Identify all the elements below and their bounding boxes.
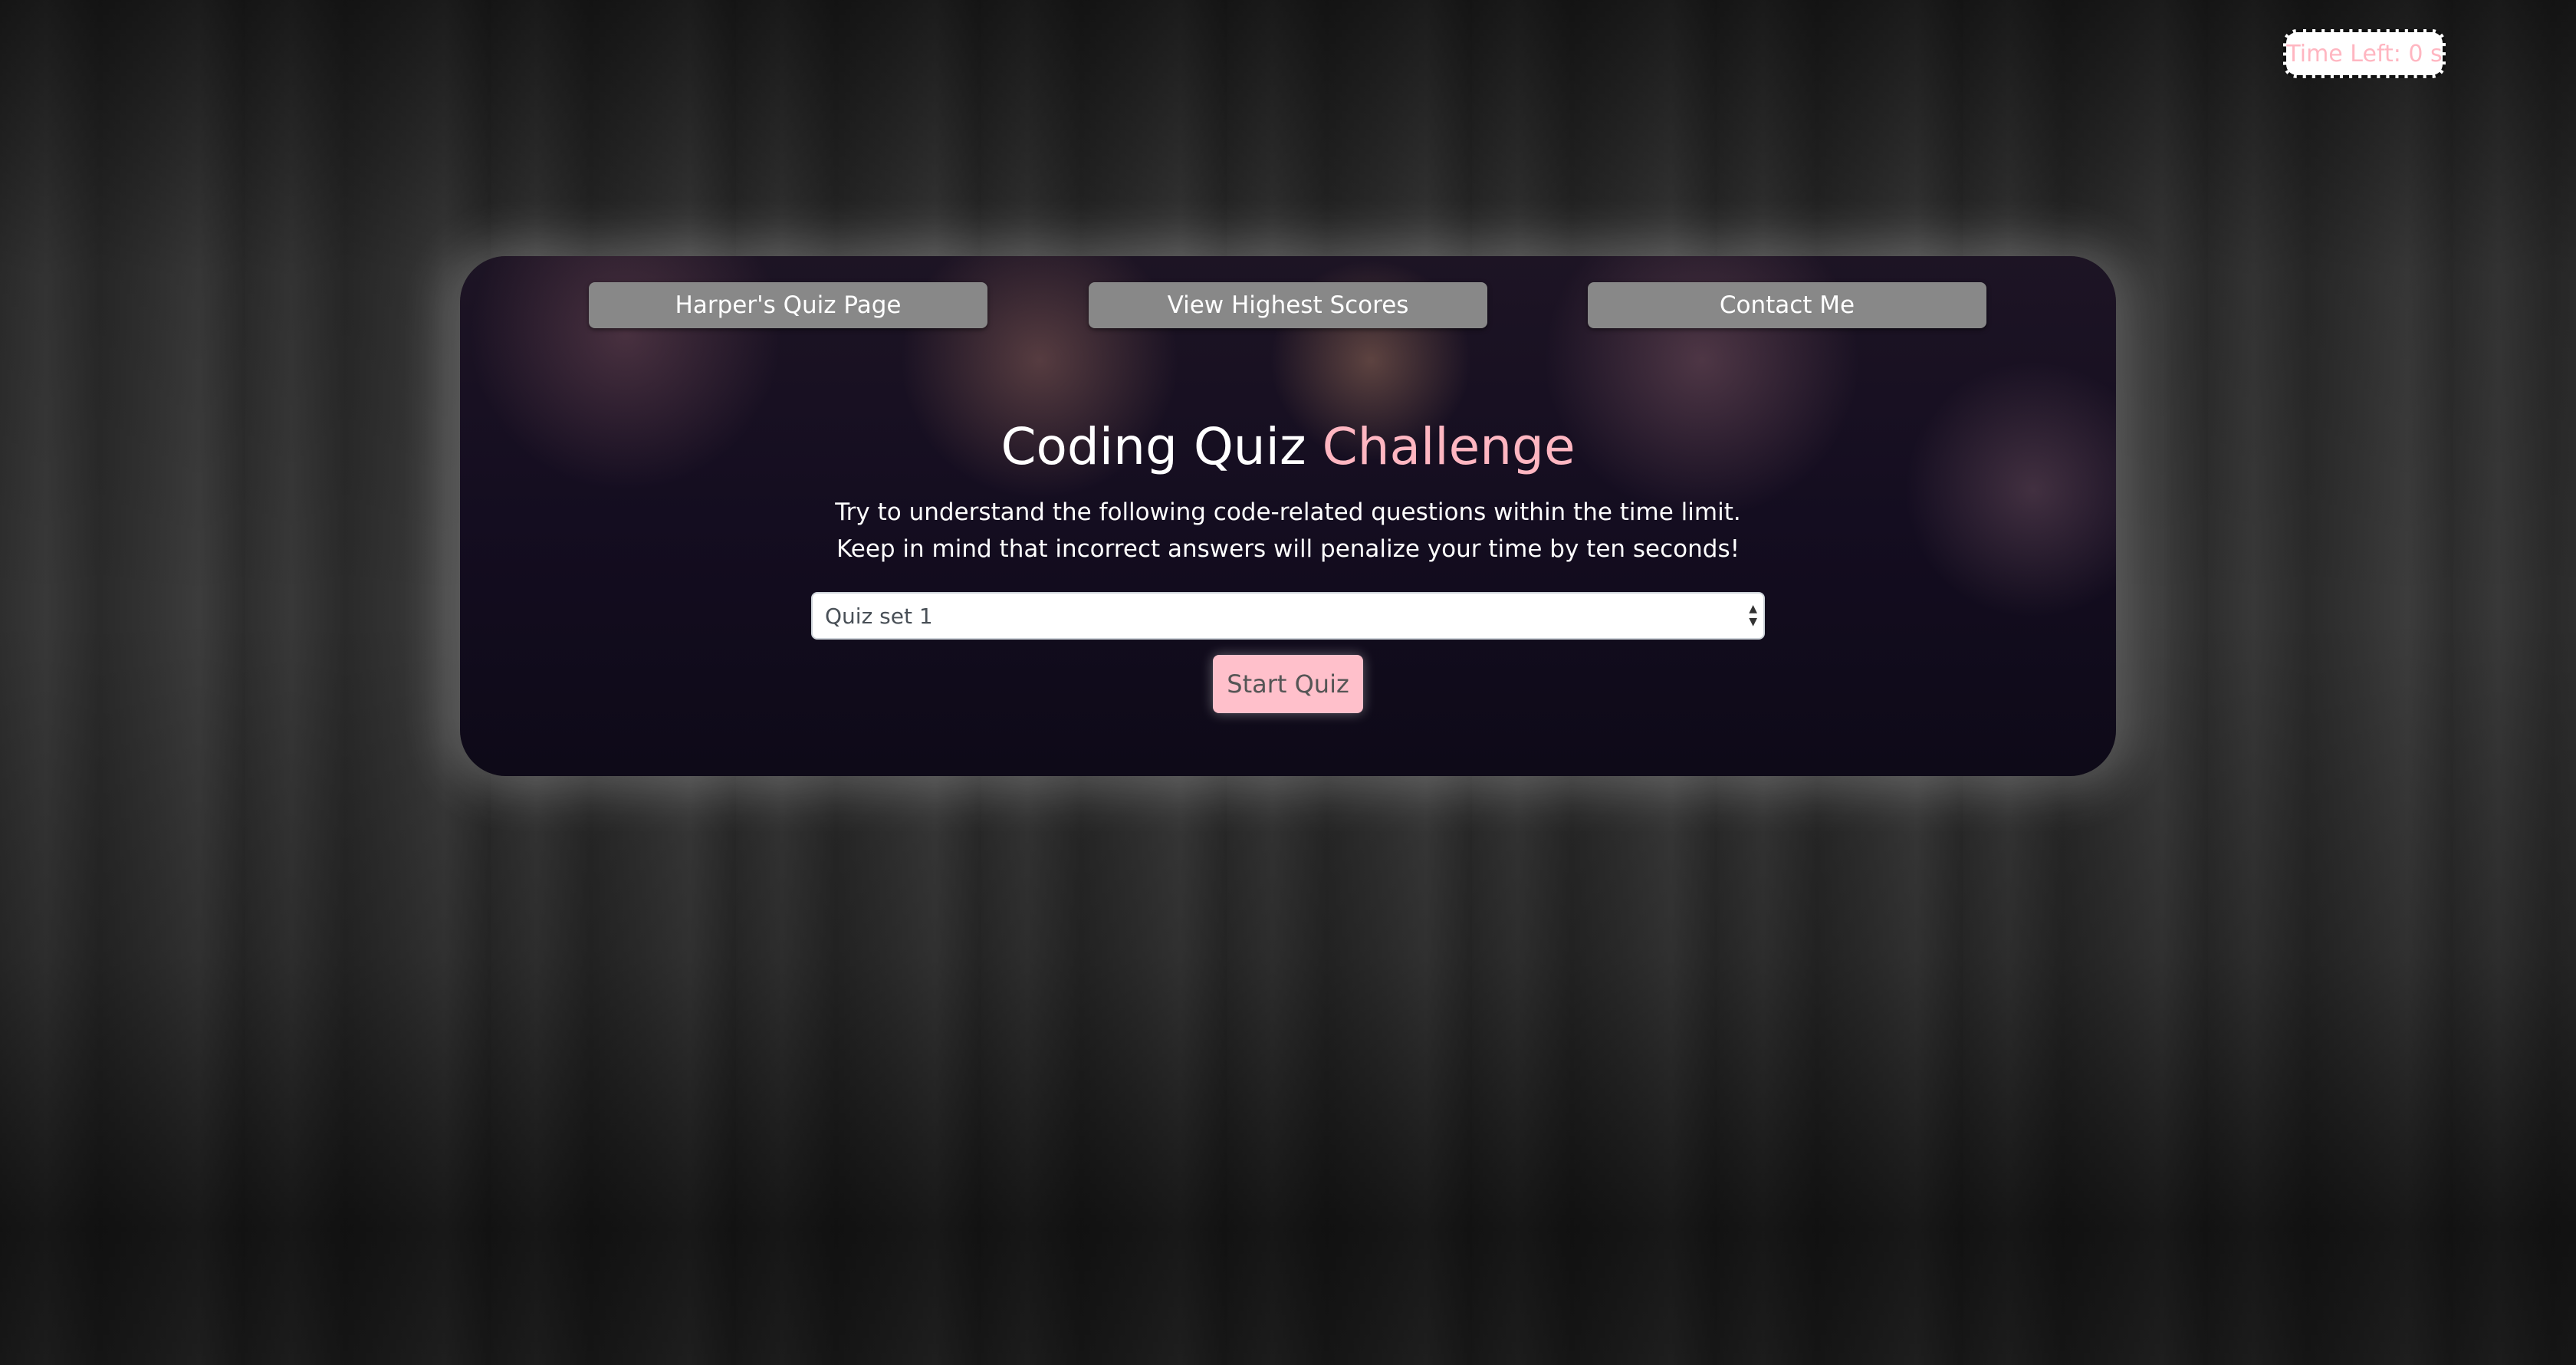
nav-view-highest-scores[interactable]: View Highest Scores — [1089, 282, 1487, 328]
nav-harpers-quiz-page[interactable]: Harper's Quiz Page — [589, 282, 987, 328]
quiz-card: Harper's Quiz Page View Highest Scores C… — [460, 256, 2116, 776]
title-accent: Challenge — [1322, 417, 1576, 476]
instructions: Try to understand the following code-rel… — [460, 494, 2116, 567]
page-title: Coding Quiz Challenge — [460, 417, 2116, 476]
instructions-line-1: Try to understand the following code-rel… — [835, 498, 1741, 526]
instructions-line-2: Keep in mind that incorrect answers will… — [836, 535, 1740, 563]
nav-contact-me[interactable]: Contact Me — [1588, 282, 1986, 328]
title-main: Coding Quiz — [1001, 417, 1306, 476]
start-quiz-button[interactable]: Start Quiz — [1213, 655, 1363, 713]
quiz-set-select[interactable]: Quiz set 1 ▲ ▼ — [811, 592, 1765, 640]
select-arrows-icon: ▲ ▼ — [1749, 603, 1757, 628]
quiz-set-selected: Quiz set 1 — [825, 603, 933, 629]
time-left-display: Time Left: 0 s — [2283, 29, 2446, 78]
